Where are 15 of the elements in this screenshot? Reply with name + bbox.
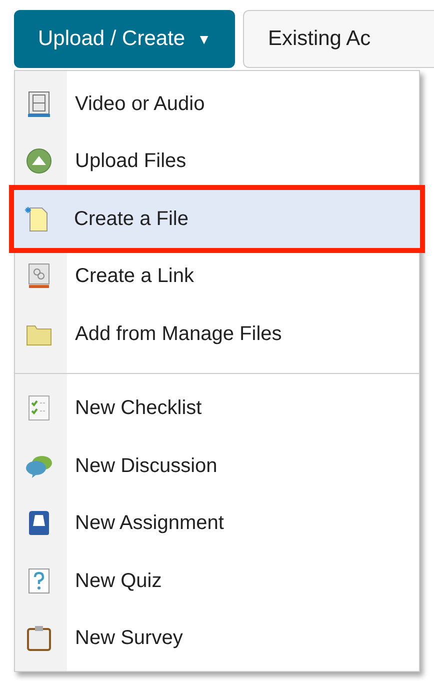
menu-item[interactable]: New Discussion: [15, 437, 419, 494]
menu-item[interactable]: New Quiz: [15, 552, 419, 610]
film-icon: [25, 90, 53, 118]
up-arrow-circle-icon: [25, 147, 53, 176]
clipboard-icon: [25, 624, 53, 652]
menu-item[interactable]: Video or Audio: [15, 75, 419, 132]
menu-item[interactable]: New Survey: [15, 610, 419, 667]
menu-item[interactable]: Upload Files: [15, 132, 419, 190]
menu-item[interactable]: Create a Link: [15, 248, 419, 305]
upload-create-button[interactable]: Upload / Create ▼: [14, 10, 235, 68]
menu-item[interactable]: New Checklist: [15, 380, 419, 437]
existing-activities-button[interactable]: Existing Ac: [242, 10, 434, 68]
menu-item[interactable]: Add from Manage Files: [15, 305, 419, 362]
menu-item[interactable]: Create a File: [14, 190, 420, 248]
menu-item[interactable]: New Assignment: [15, 494, 419, 552]
